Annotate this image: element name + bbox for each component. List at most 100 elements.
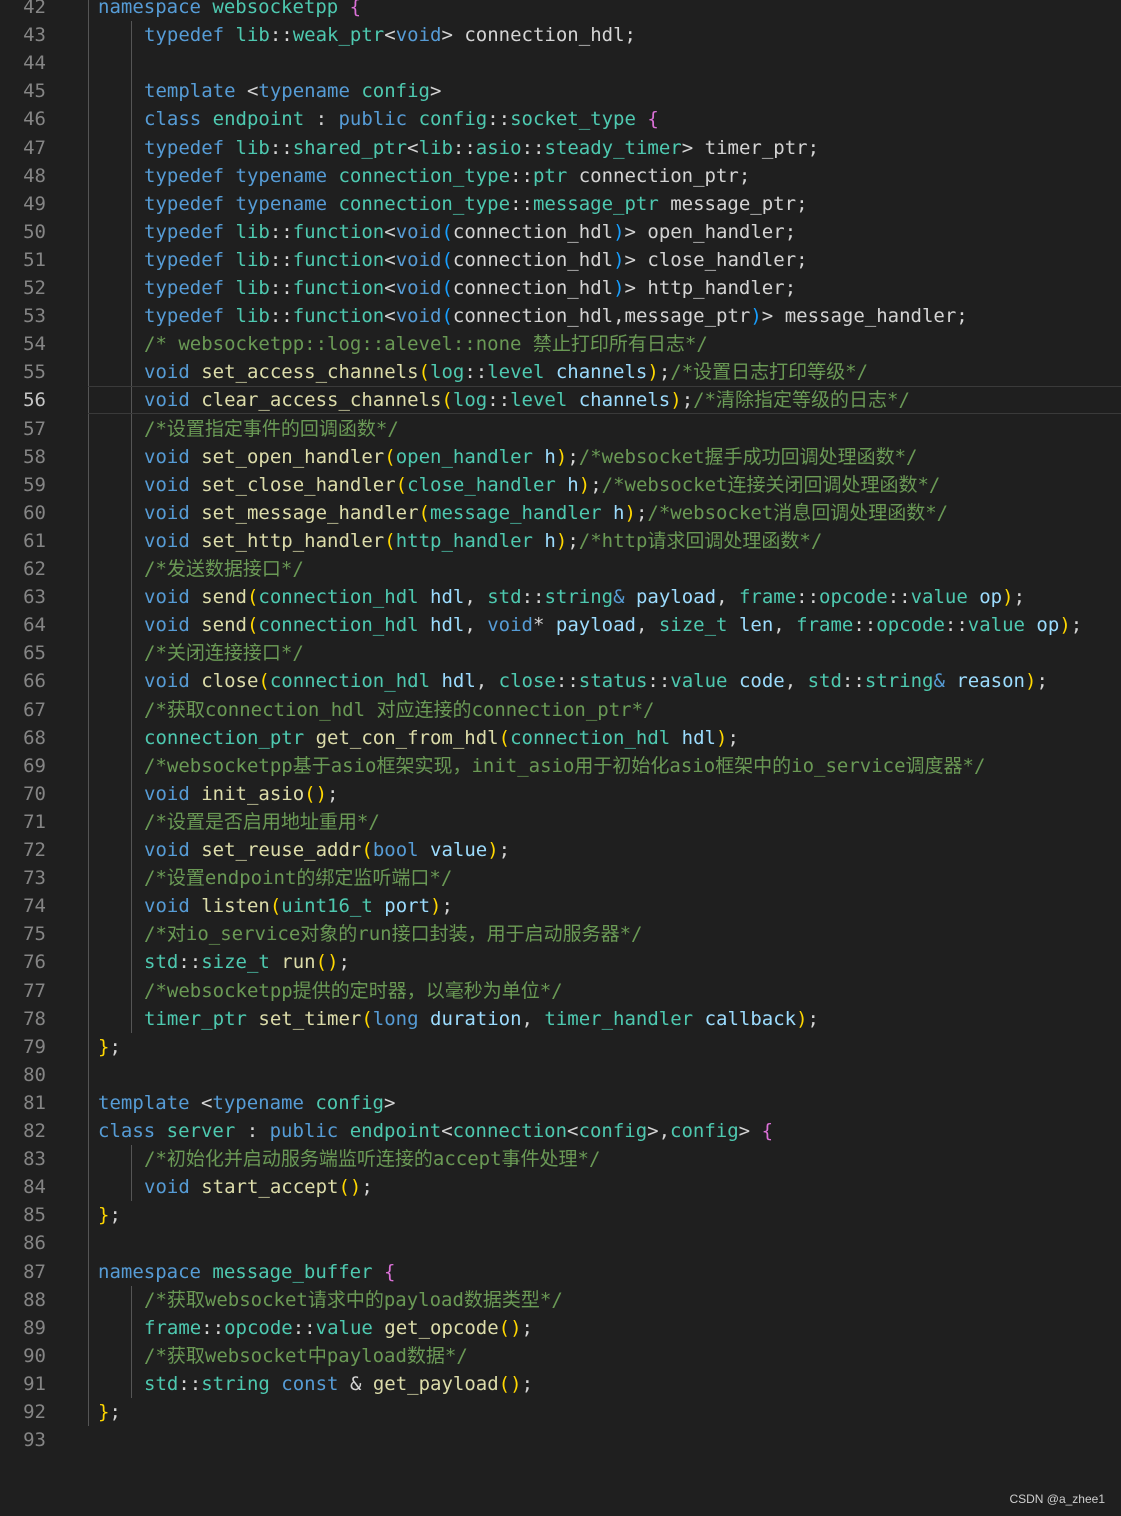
code-line[interactable]: 82 class server : public endpoint<connect… [0,1117,1121,1145]
code-token: h [544,445,556,468]
code-line[interactable]: 70 void init_asio(); [0,780,1121,808]
code-line[interactable]: 49 typedef typename connection_type::mess… [0,190,1121,218]
code-line[interactable]: 77 /*websocketpp提供的定时器，以毫秒为单位*/ [0,977,1121,1005]
code-line[interactable]: 75 /*对io_service对象的run接口封装，用于启动服务器*/ [0,920,1121,948]
code-token: :: [178,1372,202,1395]
code-line[interactable]: 55 void set_access_channels(log::level ch… [0,358,1121,386]
code-token: :: [269,24,293,47]
code-line[interactable]: 64 void send(connection_hdl hdl, void* pa… [0,611,1121,639]
code-token: template [98,1091,201,1114]
code-line[interactable]: 61 void set_http_handler(http_handler h);… [0,527,1121,555]
code-line[interactable]: 43 typedef lib::weak_ptr<void> connection… [0,21,1121,49]
line-number: 44 [23,52,46,75]
code-token: > [624,277,648,299]
code-line[interactable]: 67 /*获取connection_hdl 对应连接的connection_ptr… [0,696,1121,724]
code-token: ) [1002,586,1014,609]
code-line[interactable]: 85}; [0,1201,1121,1229]
code-token: >, [647,1120,671,1142]
code-token: frame [738,586,797,609]
code-token: typename [258,80,362,103]
code-token: ; [521,1372,534,1395]
line-number: 84 [23,1176,46,1199]
code-line[interactable]: 50 typedef lib::function<void(connection_… [0,218,1121,246]
code-token: set_timer [258,1007,362,1030]
code-line[interactable]: 84 void start_accept(); [0,1173,1121,1201]
code-token: h [613,501,625,524]
code-line[interactable]: 46 class endpoint : public config::socket… [0,105,1121,133]
code-token: ) [578,473,591,496]
code-token: message_handler [430,501,614,524]
line-number: 63 [23,586,46,609]
code-token: /*websocket连接关闭回调处理函数*/ [601,473,941,496]
code-line[interactable]: 45 template <typename config> [0,77,1121,105]
code-line[interactable]: 80 [0,1061,1121,1089]
code-line[interactable]: 72 void set_reuse_addr(bool value); [0,836,1121,864]
code-line[interactable]: 88 /*获取websocket请求中的payload数据类型*/ [0,1286,1121,1314]
code-line[interactable]: 68 connection_ptr get_con_from_hdl(connec… [0,724,1121,752]
line-number: 73 [23,867,46,890]
code-line[interactable]: 93 [0,1426,1121,1454]
code-token: message_ptr; [670,192,808,215]
code-line[interactable]: 54 /* websocketpp::log::alevel::none 禁止打印… [0,330,1121,358]
code-line[interactable]: 81 template <typename config> [0,1089,1121,1117]
code-token: , [521,1007,545,1030]
code-line[interactable]: 57 /*设置指定事件的回调函数*/ [0,415,1121,443]
code-line[interactable]: 87 namespace message_buffer { [0,1258,1121,1286]
line-number: 93 [23,1429,46,1452]
code-line[interactable]: 78 timer_ptr set_timer(long duration, tim… [0,1005,1121,1033]
code-token: void [144,473,202,496]
code-line[interactable]: 48 typedef typename connection_type::ptr … [0,162,1121,190]
code-line[interactable]: 69 /*websocketpp基于asio框架实现，init_asio用于初始化… [0,752,1121,780]
line-number: 51 [23,248,46,271]
code-text: /*设置endpoint的绑定监听端口*/ [144,864,452,892]
code-token: socket_type [510,108,648,131]
code-token: connection_hdl [510,726,682,749]
code-token: public [269,1120,350,1142]
code-line[interactable]: 76 std::size_t run(); [0,948,1121,976]
code-line[interactable]: 47 typedef lib::shared_ptr<lib::asio::ste… [0,134,1121,162]
code-line[interactable]: 92}; [0,1398,1121,1426]
code-line[interactable]: 59 void set_close_handler(close_handler h… [0,471,1121,499]
code-token: callback [704,1007,797,1030]
code-line[interactable]: 91 std::string const & get_payload(); [0,1370,1121,1398]
code-token: ) [555,529,568,552]
code-token: void [144,529,202,552]
code-editor[interactable]: 42 namespace websocketpp {43 typedef lib::… [0,0,1121,1516]
code-token: config [578,1120,648,1142]
code-token: std [807,670,842,693]
code-line[interactable]: 71 /*设置是否启用地址重用*/ [0,808,1121,836]
code-line[interactable]: 74 void listen(uint16_t port); [0,892,1121,920]
code-token: op [979,586,1003,609]
code-line[interactable]: 58 void set_open_handler(open_handler h);… [0,443,1121,471]
code-token: :: [452,136,476,159]
code-token: log [452,389,488,412]
code-line[interactable]: 56 void clear_access_channels(log::level … [0,386,1121,415]
code-token: http_handler [395,529,545,552]
line-number: 64 [23,614,46,637]
code-token: /*对io_service对象的run接口封装，用于启动服务器*/ [144,923,643,946]
code-line[interactable]: 53 typedef lib::function<void(connection_… [0,302,1121,330]
code-line[interactable]: 51 typedef lib::function<void(connection_… [0,246,1121,274]
code-line[interactable]: 89 frame::opcode::value get_opcode(); [0,1314,1121,1342]
code-token: frame [144,1316,202,1339]
code-line[interactable]: 65 /*关闭连接接口*/ [0,639,1121,667]
code-text: void set_access_channels(log::level chan… [144,358,868,386]
code-line[interactable]: 73 /*设置endpoint的绑定监听端口*/ [0,864,1121,892]
code-line[interactable]: 62 /*发送数据接口*/ [0,555,1121,583]
code-line[interactable]: 83 /*初始化并启动服务端监听连接的accept事件处理*/ [0,1145,1121,1173]
code-token: () [315,951,339,974]
code-token: void [144,895,202,918]
code-token: :: [178,951,202,974]
code-line[interactable]: 44 [0,49,1121,77]
code-line[interactable]: 66 void close(connection_hdl hdl, close::… [0,667,1121,695]
code-token: & [933,670,957,693]
code-line[interactable]: 86 [0,1229,1121,1257]
code-line[interactable]: 52 typedef lib::function<void(connection_… [0,274,1121,302]
code-line[interactable]: 60 void set_message_handler(message_handl… [0,499,1121,527]
code-line[interactable]: 63 void send(connection_hdl hdl, std::str… [0,583,1121,611]
code-line[interactable]: 90 /*获取websocket中payload数据*/ [0,1342,1121,1370]
code-token: void [144,361,202,384]
code-token: typedef typename [144,164,339,187]
code-line[interactable]: 42 namespace websocketpp { [0,0,1121,21]
code-line[interactable]: 79}; [0,1033,1121,1061]
